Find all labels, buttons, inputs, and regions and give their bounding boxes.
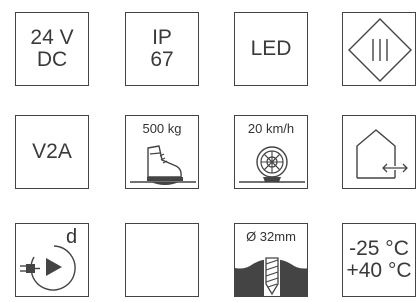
led-tile: LED: [234, 12, 308, 86]
voltage-tile: 24 V DC: [15, 12, 89, 86]
voltage-value: 24 V: [30, 26, 74, 49]
ip-value: 67: [150, 48, 174, 71]
wheel-icon: [239, 146, 305, 183]
led-label: LED: [250, 37, 292, 60]
voltage-type: DC: [36, 48, 68, 71]
class-ii-diamond-icon: [348, 18, 412, 82]
ip-rating-tile: IP 67: [125, 12, 199, 86]
boot-icon: [130, 145, 196, 185]
load-capacity-tile: 500 kg: [125, 115, 199, 189]
temperature-max: +40 °C: [346, 259, 412, 282]
steel-grade-tile: V2A: [15, 115, 89, 189]
protection-class-tile: [342, 12, 416, 86]
drill-diameter-tile: Ø 32mm: [234, 223, 308, 297]
temperature-range-tile: -25 °C +40 °C: [342, 223, 416, 297]
steel-grade-label: V2A: [32, 140, 72, 163]
speed-rating-tile: 20 km/h: [234, 115, 308, 189]
plug-play-icon: [20, 245, 76, 291]
house-wall-mount-icon: [356, 129, 408, 179]
connection-tile: d: [15, 223, 89, 297]
temperature-min: -25 °C: [349, 237, 409, 260]
empty-tile: [125, 223, 199, 297]
mounting-tile: [342, 115, 416, 189]
drill-bit-icon: [235, 257, 307, 296]
ip-label: IP: [152, 26, 172, 49]
